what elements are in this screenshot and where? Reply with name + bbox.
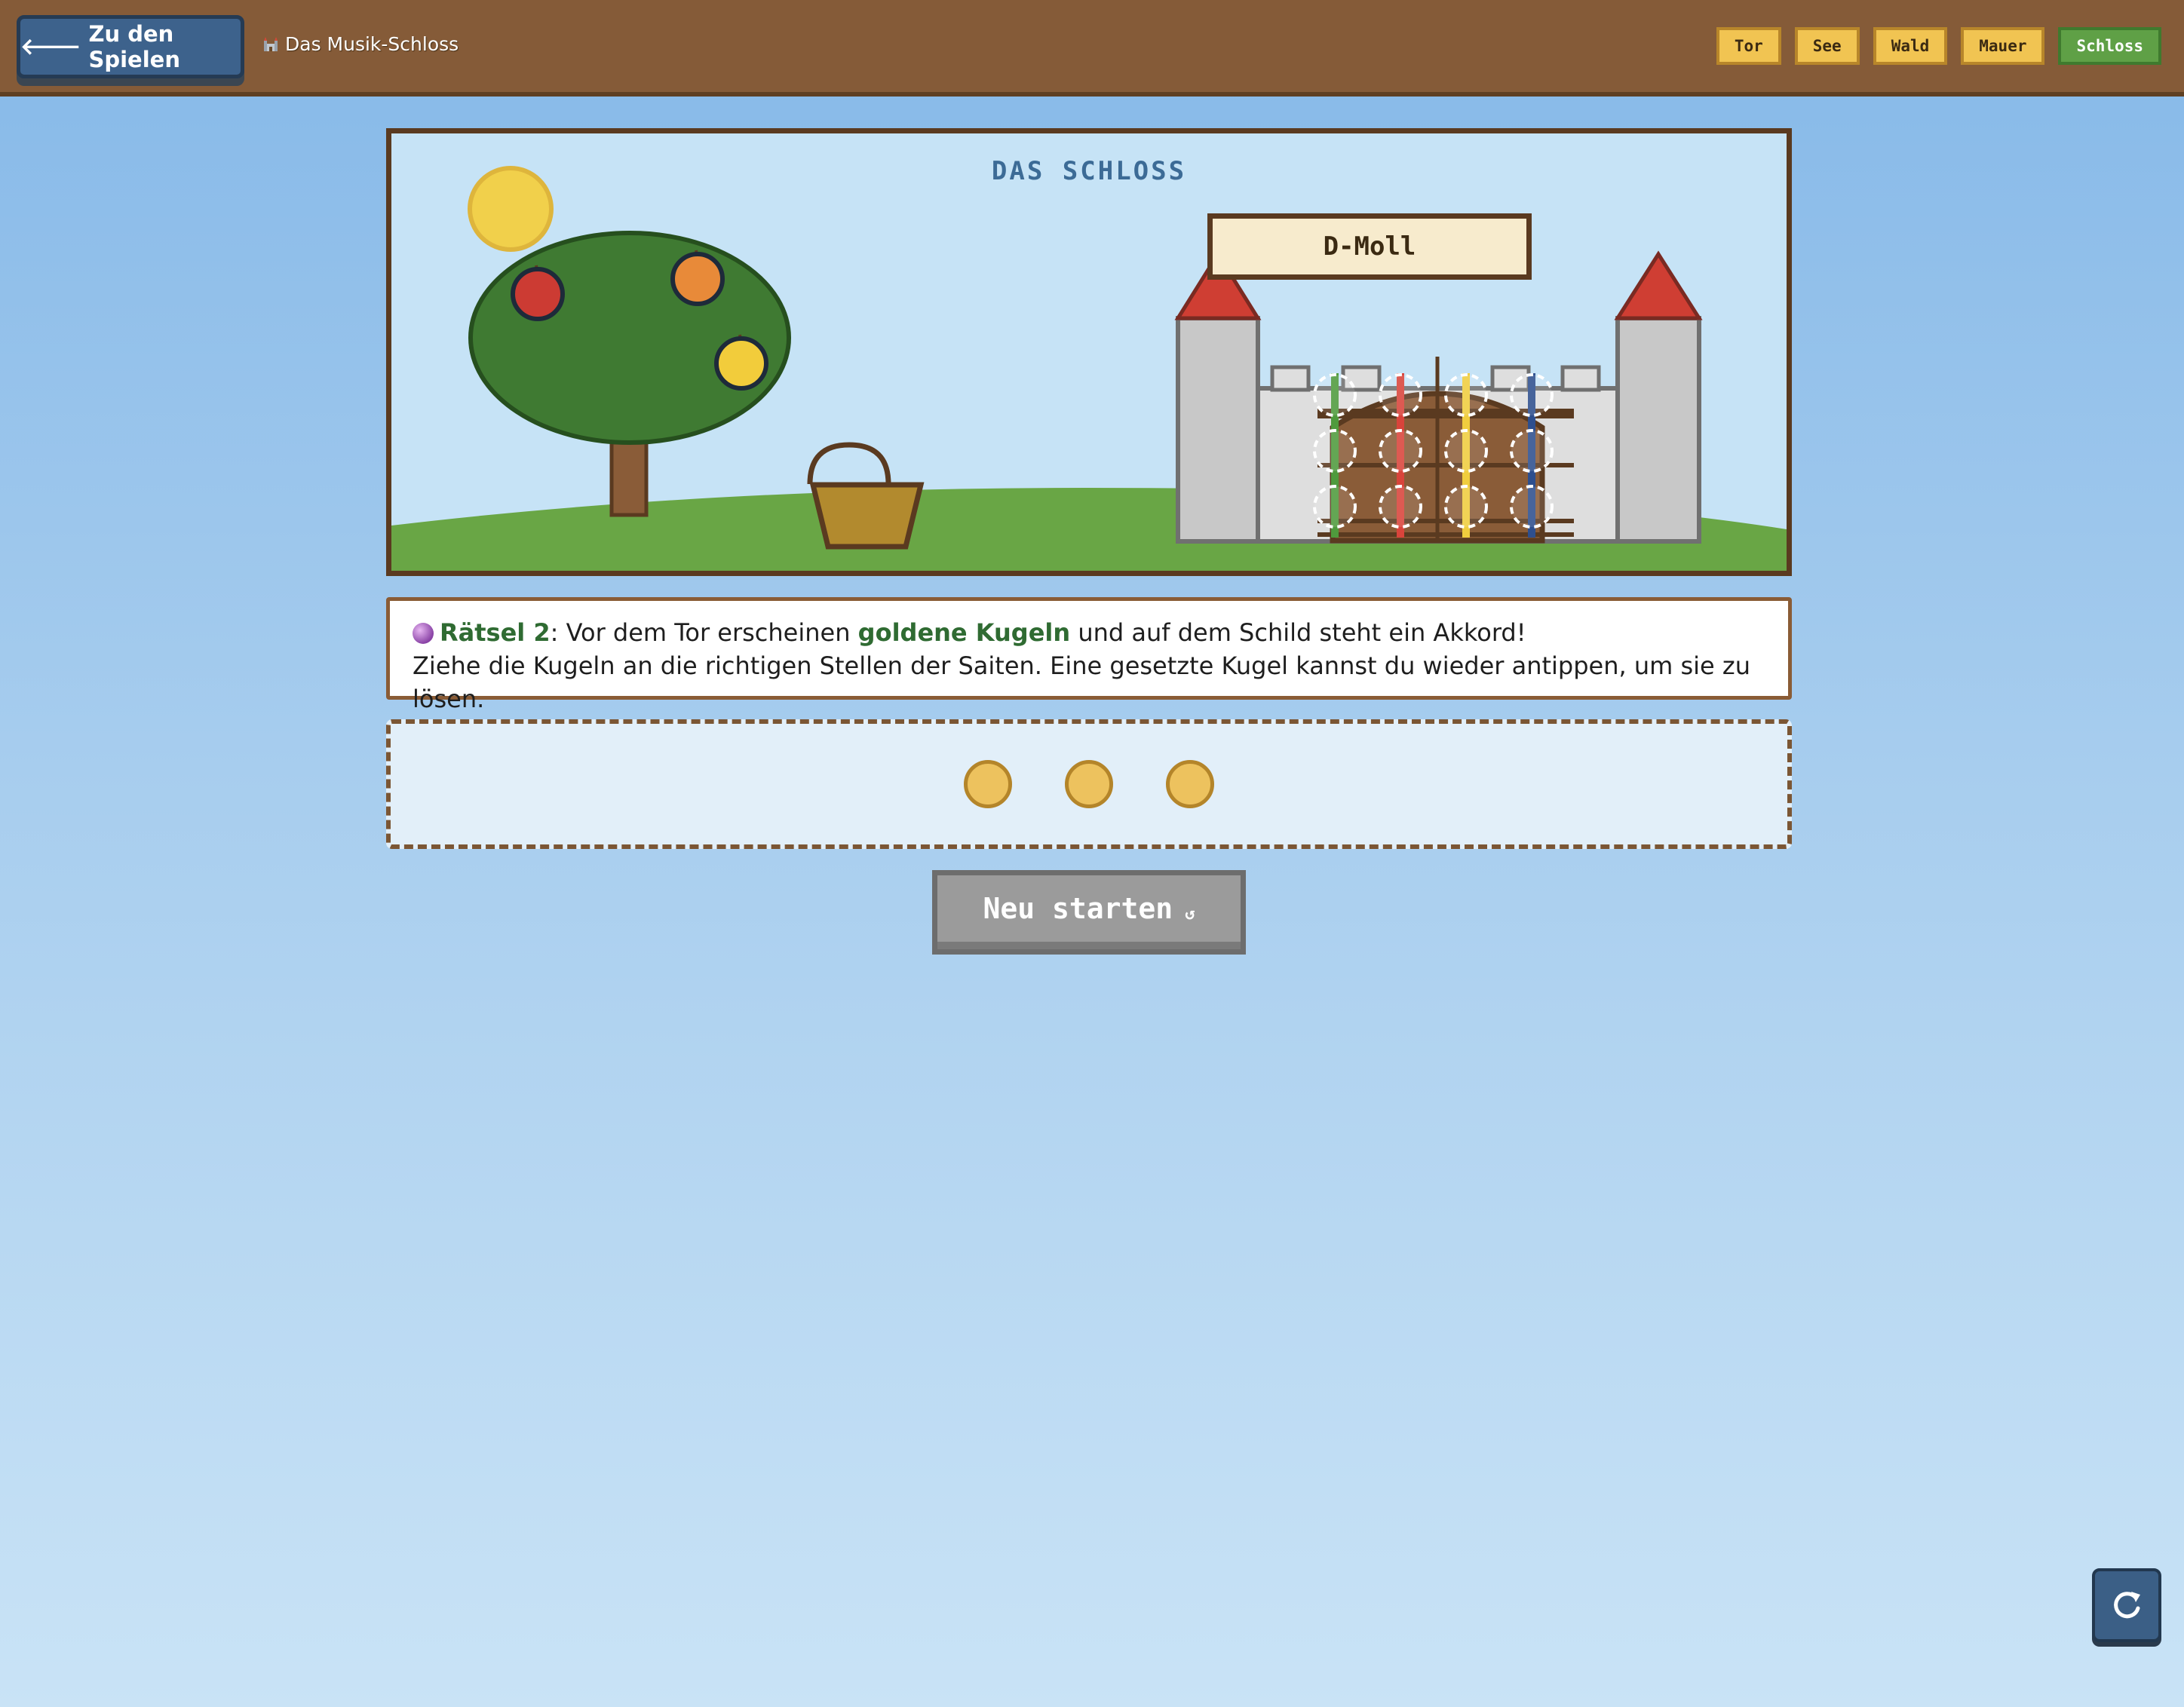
back-to-games-button[interactable]: 🡐 Zu den Spielen (17, 15, 244, 78)
app-title: Das Musik-Schloss (262, 33, 459, 55)
golden-ball[interactable] (1065, 760, 1113, 808)
scene-artwork (391, 166, 1787, 571)
ball-drop-slot[interactable] (1444, 373, 1488, 417)
apple-orange[interactable] (670, 252, 725, 306)
restart-button[interactable]: Neu starten ↺ (932, 870, 1246, 955)
arrow-left-icon: 🡐 (20, 34, 81, 60)
golden-ball[interactable] (964, 760, 1012, 808)
apple-yellow[interactable] (714, 336, 768, 391)
instruction-box: Rätsel 2: Vor dem Tor erscheinen goldene… (386, 597, 1792, 713)
instruction-line-2: Ziehe die Kugeln an die richtigen Stelle… (413, 651, 1750, 713)
top-bar: 🡐 Zu den Spielen Das Musik-Schloss Tor S… (0, 0, 2184, 97)
instruction-text-1: : Vor dem Tor erscheinen (550, 618, 858, 647)
nav-schloss[interactable]: Schloss (2058, 27, 2161, 65)
ball-drop-slot[interactable] (1379, 373, 1422, 417)
instruction-text-2: und auf dem Schild steht ein Akkord! (1070, 618, 1526, 647)
ball-drop-slot[interactable] (1444, 485, 1488, 529)
chord-sign: D-Moll (1207, 213, 1532, 280)
level-nav: Tor See Wald Mauer Schloss (1716, 27, 2161, 65)
scene-title: DAS SCHLOSS (991, 156, 1187, 186)
ball-drop-slot[interactable] (1313, 429, 1357, 473)
reload-icon (2114, 1592, 2140, 1619)
reload-button[interactable] (2092, 1568, 2161, 1642)
nav-mauer[interactable]: Mauer (1961, 27, 2045, 65)
castle (1174, 250, 1703, 544)
ball-drop-slot[interactable] (1510, 429, 1554, 473)
ball-drop-slot[interactable] (1510, 373, 1554, 417)
instruction-highlight: goldene Kugeln (857, 618, 1071, 647)
ball-drop-slot[interactable] (1510, 485, 1554, 529)
nav-see[interactable]: See (1794, 27, 1860, 65)
ball-tray (386, 719, 1792, 849)
ball-drop-slot[interactable] (1313, 485, 1357, 529)
ball-drop-slot[interactable] (1379, 485, 1422, 529)
crystal-orb-icon (413, 623, 434, 644)
ball-drop-slot[interactable] (1379, 429, 1422, 473)
nav-tor[interactable]: Tor (1716, 27, 1781, 65)
golden-ball[interactable] (1166, 760, 1214, 808)
castle-icon (264, 36, 278, 51)
castle-scene: DAS SCHLOSS D-Moll (386, 128, 1792, 576)
apple-red[interactable] (511, 267, 565, 321)
back-button-label: Zu den Spielen (88, 21, 180, 72)
app-title-text: Das Musik-Schloss (285, 33, 459, 55)
restart-icon: ↺ (1185, 904, 1195, 924)
riddle-number: Rätsel 2 (440, 618, 551, 647)
tree-trunk (609, 440, 649, 517)
basket-icon (807, 442, 925, 550)
restart-label: Neu starten (983, 892, 1173, 925)
ball-drop-slot[interactable] (1444, 429, 1488, 473)
ball-drop-slot[interactable] (1313, 373, 1357, 417)
nav-wald[interactable]: Wald (1873, 27, 1948, 65)
